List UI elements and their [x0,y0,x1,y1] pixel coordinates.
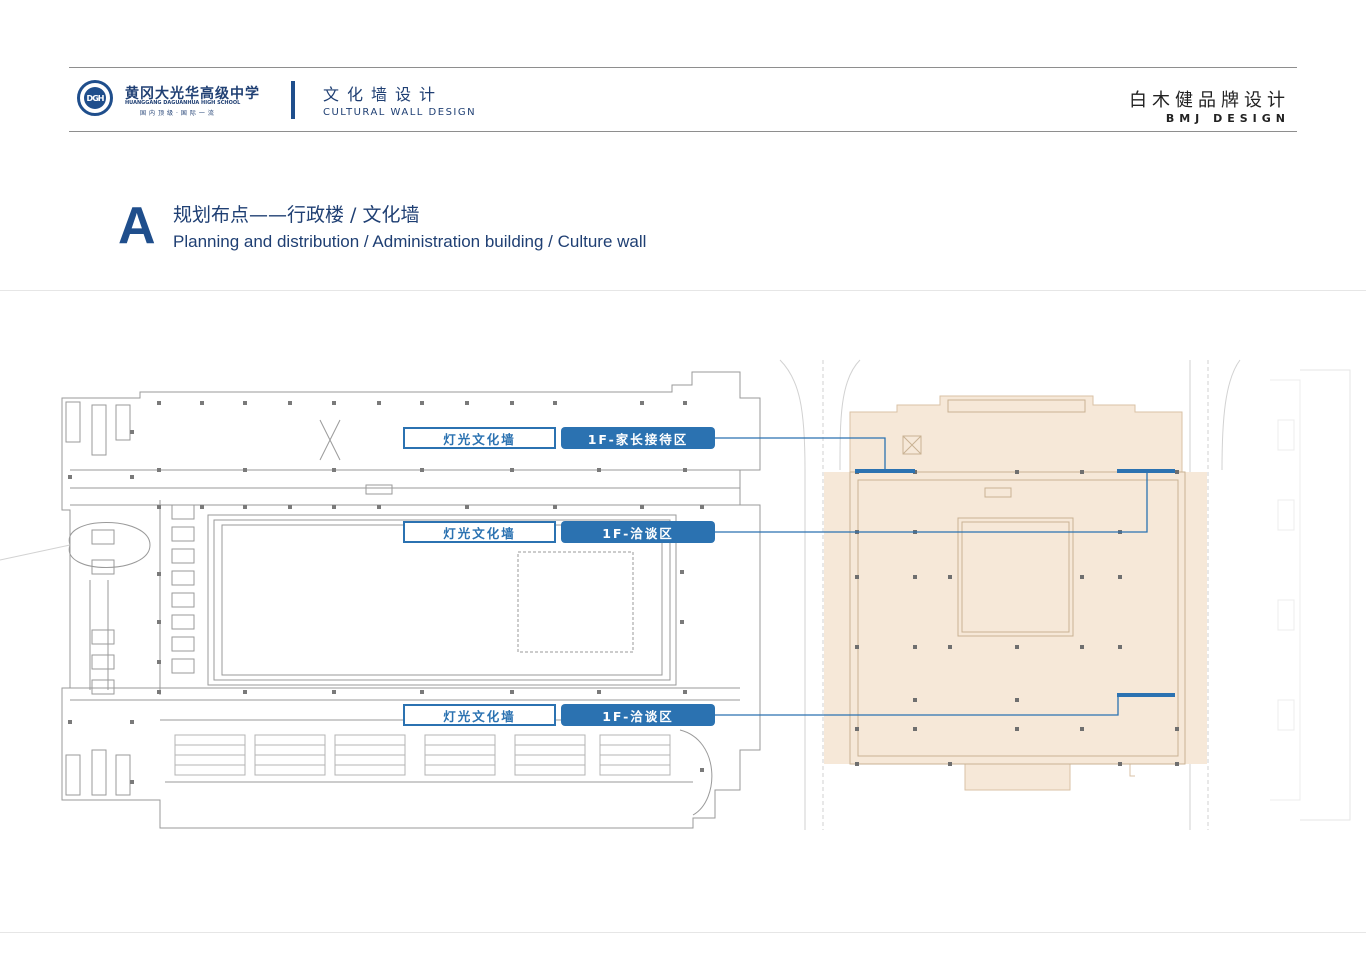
school-logo: DGH [77,80,113,116]
project-title-cn: 文化墙设计 [323,85,444,104]
callout-3-type: 灯光文化墙 [403,704,556,726]
footer-divider [0,932,1366,933]
section-title-cn: 规划布点——行政楼 / 文化墙 [173,204,420,226]
culture-wall-marker-2 [1117,469,1175,473]
floor-plan [0,359,1351,830]
right-building [824,395,1207,791]
callout-3-area: 1F-洽谈区 [561,704,715,726]
section-letter: A [118,197,156,255]
header-divider [291,81,295,119]
school-slogan: 国内顶级·国际一流 [140,110,217,117]
brand-name-cn: 白木健品牌设计 [1129,90,1290,111]
school-logo-mark: DGH [84,87,106,109]
brand-name-en: BMJ DESIGN [1165,112,1290,125]
culture-wall-marker-1 [855,469,915,473]
project-title-en: CULTURAL WALL DESIGN [323,107,477,118]
callout-2-type: 灯光文化墙 [403,521,556,543]
school-name-en: HUANGGANG DAGUANHUA HIGH SCHOOL [125,100,241,106]
neighbour-building [1270,379,1301,801]
callout-2-area: 1F-洽谈区 [561,521,715,543]
header-bottom-rule [69,131,1297,132]
callout-1-type: 灯光文化墙 [403,427,556,449]
culture-wall-marker-3 [1117,693,1175,697]
section-title-en: Planning and distribution / Administrati… [173,232,647,251]
callout-1-area: 1F-家长接待区 [561,427,715,449]
section-divider [0,290,1366,291]
left-building-details [65,401,704,796]
header-top-rule [69,67,1297,68]
